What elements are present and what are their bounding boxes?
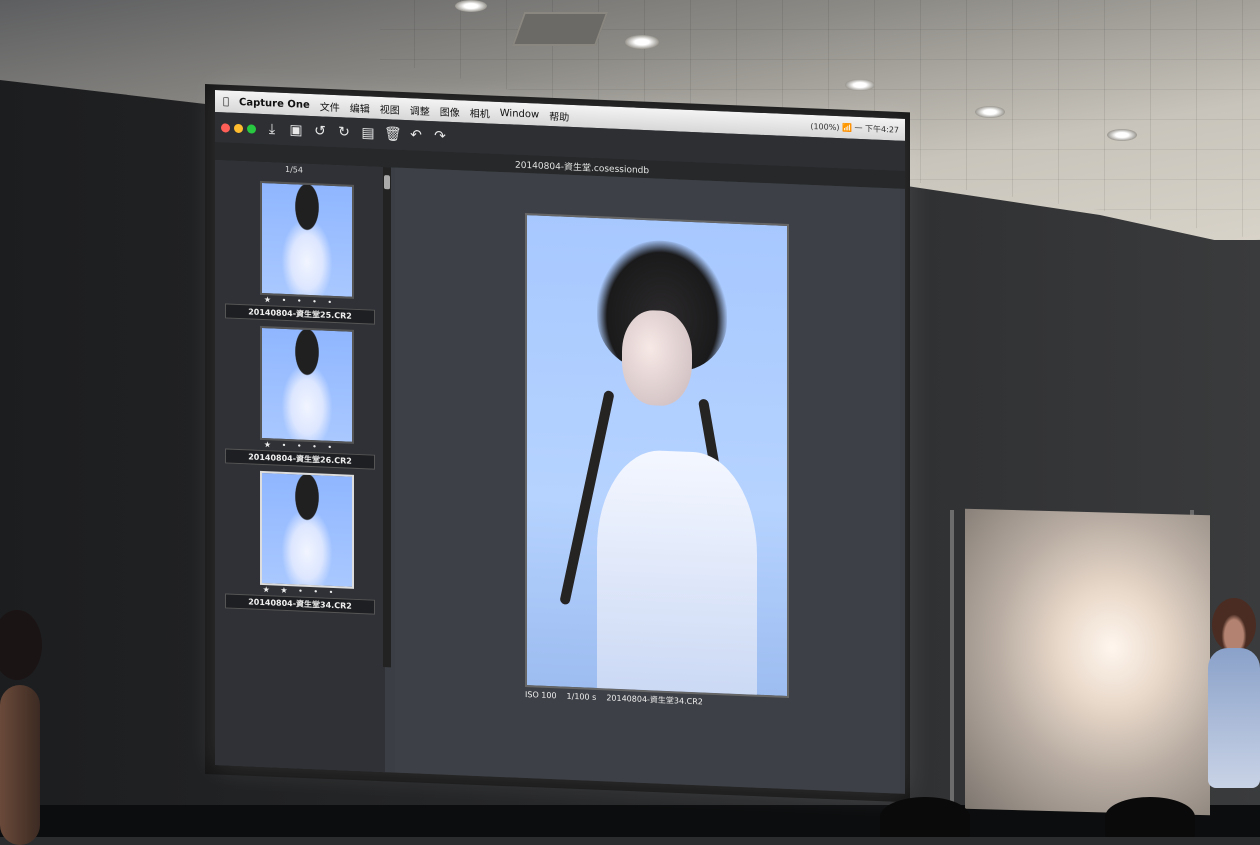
audience-head bbox=[880, 797, 970, 837]
app-name: Capture One bbox=[233, 96, 310, 111]
thumbnail-item-selected: ★ ★ • • • 20140804-資生堂34.CR2 bbox=[225, 469, 375, 615]
presenter-arm bbox=[0, 685, 40, 845]
thumbnail-image bbox=[260, 180, 354, 299]
browser-scrollbar bbox=[383, 167, 391, 668]
scroll-knob bbox=[384, 175, 390, 190]
photo-dress bbox=[597, 448, 757, 699]
thumbnail-item: ★ • • • • 20140804-資生堂25.CR2 bbox=[225, 179, 375, 325]
menu-camera: 相机 bbox=[463, 107, 490, 120]
model-head bbox=[1212, 598, 1256, 652]
thumbnail-item: ★ • • • • 20140804-資生堂26.CR2 bbox=[225, 324, 375, 470]
rotate-right-icon: ↻ bbox=[338, 124, 350, 141]
ceiling-light bbox=[1107, 129, 1137, 141]
menu-adjust: 调整 bbox=[403, 105, 430, 118]
menu-edit: 编辑 bbox=[343, 102, 370, 115]
viewer-photo bbox=[525, 212, 789, 699]
thumbnail-browser: 1/54 ★ • • • • 20140804-資生堂25.CR2 ★ • • … bbox=[215, 160, 385, 778]
ceiling-light bbox=[455, 0, 487, 12]
window-controls bbox=[221, 122, 256, 134]
audience-head bbox=[1105, 797, 1195, 837]
folder-icon: ▤ bbox=[361, 125, 375, 142]
thumbnail-image bbox=[260, 470, 354, 589]
menu-image: 图像 bbox=[433, 106, 460, 119]
light-stand bbox=[950, 510, 954, 810]
projection-screen:  Capture One 文件 编辑 视图 调整 图像 相机 Window 帮… bbox=[215, 90, 905, 794]
presenter-person bbox=[0, 610, 50, 845]
menu-help: 帮助 bbox=[543, 111, 569, 124]
trash-icon: 🗑 bbox=[384, 126, 402, 143]
apple-icon:  bbox=[223, 96, 229, 107]
rotate-left-icon: ↺ bbox=[314, 123, 326, 140]
menu-view: 视图 bbox=[373, 104, 400, 116]
shutter-value: 1/100 s bbox=[566, 691, 597, 702]
minimize-dot bbox=[234, 123, 243, 133]
iso-value: ISO 100 bbox=[525, 689, 557, 700]
ceiling-light bbox=[845, 79, 875, 91]
presenter-head bbox=[0, 610, 42, 680]
ceiling-light bbox=[975, 106, 1005, 118]
model-person bbox=[1200, 598, 1260, 828]
ceiling-vent bbox=[511, 12, 609, 46]
stage-backdrop bbox=[965, 508, 1210, 816]
ceiling-light bbox=[625, 35, 659, 49]
close-dot bbox=[221, 122, 230, 133]
photo-face bbox=[622, 309, 692, 407]
thumbnail-image bbox=[260, 325, 354, 444]
import-icon: ⤓ bbox=[268, 121, 276, 138]
viewer-filename: 20140804-資生堂34.CR2 bbox=[606, 692, 703, 706]
menu-file: 文件 bbox=[313, 101, 340, 114]
status-area: (100%) 📶 一 下午4:27 bbox=[810, 121, 899, 135]
menu-window: Window bbox=[493, 107, 539, 120]
camera-icon: ▣ bbox=[289, 122, 303, 139]
model-dress bbox=[1208, 648, 1260, 788]
redo-icon: ↷ bbox=[434, 128, 446, 145]
image-viewer: ISO 100 1/100 s 20140804-資生堂34.CR2 bbox=[395, 167, 900, 794]
undo-icon: ↶ bbox=[410, 127, 422, 144]
zoom-dot bbox=[247, 123, 256, 134]
